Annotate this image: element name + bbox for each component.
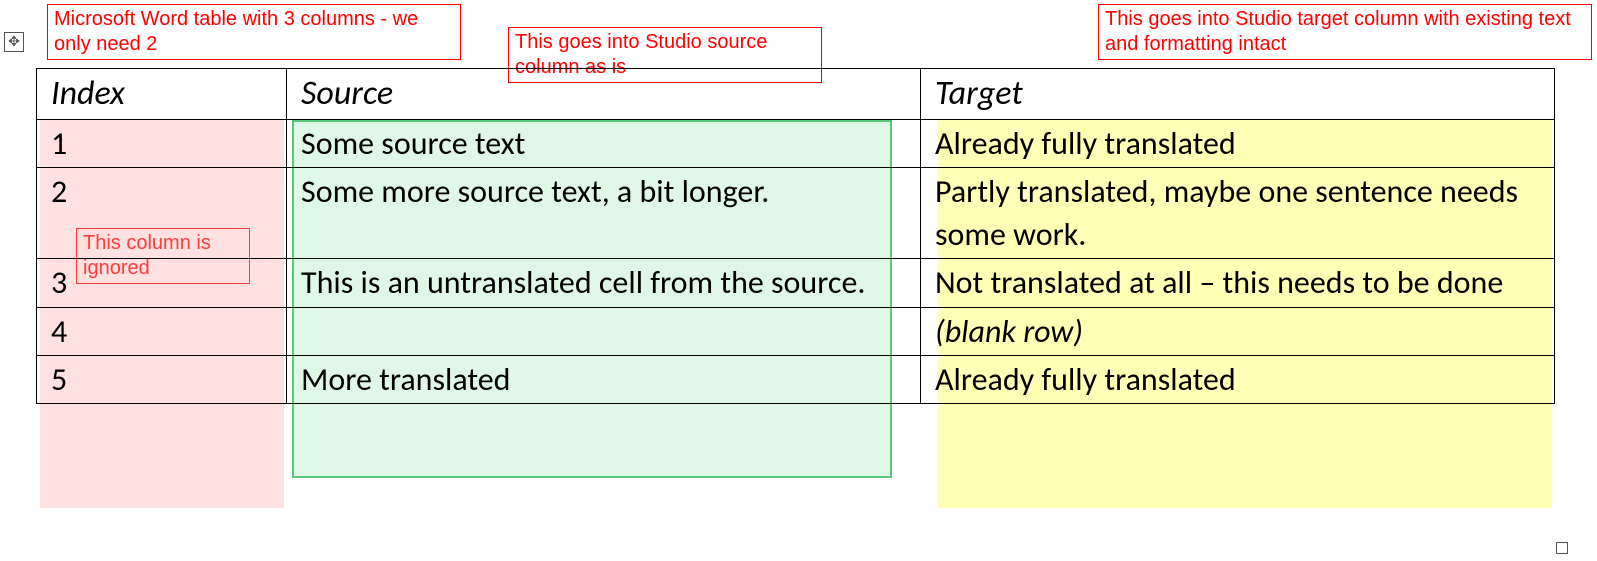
cell-target[interactable]: Already fully translated [921, 119, 1555, 167]
cell-index[interactable]: 2 [37, 168, 287, 259]
cell-target[interactable]: Already fully translated [921, 355, 1555, 403]
table-header-row: Index Source Target [37, 69, 1555, 120]
cell-target[interactable]: (blank row) [921, 307, 1555, 355]
cell-target[interactable]: Not translated at all – this needs to be… [921, 259, 1555, 307]
annotation-target: This goes into Studio target column with… [1098, 4, 1592, 60]
header-target: Target [921, 69, 1555, 120]
cell-source[interactable]: Some source text [287, 119, 921, 167]
cell-index[interactable]: 1 [37, 119, 287, 167]
cell-source[interactable]: This is an untranslated cell from the so… [287, 259, 921, 307]
table-row: 2 Some more source text, a bit longer. P… [37, 168, 1555, 259]
table-row: 3 This is an untranslated cell from the … [37, 259, 1555, 307]
table-move-handle-icon[interactable]: ✥ [4, 32, 24, 52]
cell-target[interactable]: Partly translated, maybe one sentence ne… [921, 168, 1555, 259]
cell-index[interactable]: 4 [37, 307, 287, 355]
annotation-columns: Microsoft Word table with 3 columns - we… [47, 4, 461, 60]
header-index: Index [37, 69, 287, 120]
table-row: 5 More translated Already fully translat… [37, 355, 1555, 403]
cell-source[interactable]: More translated [287, 355, 921, 403]
cell-source[interactable]: Some more source text, a bit longer. [287, 168, 921, 259]
cell-index[interactable]: 5 [37, 355, 287, 403]
header-source: Source [287, 69, 921, 120]
cell-index[interactable]: 3 [37, 259, 287, 307]
table-resize-handle-icon[interactable] [1556, 542, 1568, 554]
table-row: 1 Some source text Already fully transla… [37, 119, 1555, 167]
table-row: 4 (blank row) [37, 307, 1555, 355]
cell-source[interactable] [287, 307, 921, 355]
word-table: Index Source Target 1 Some source text A… [36, 68, 1555, 404]
